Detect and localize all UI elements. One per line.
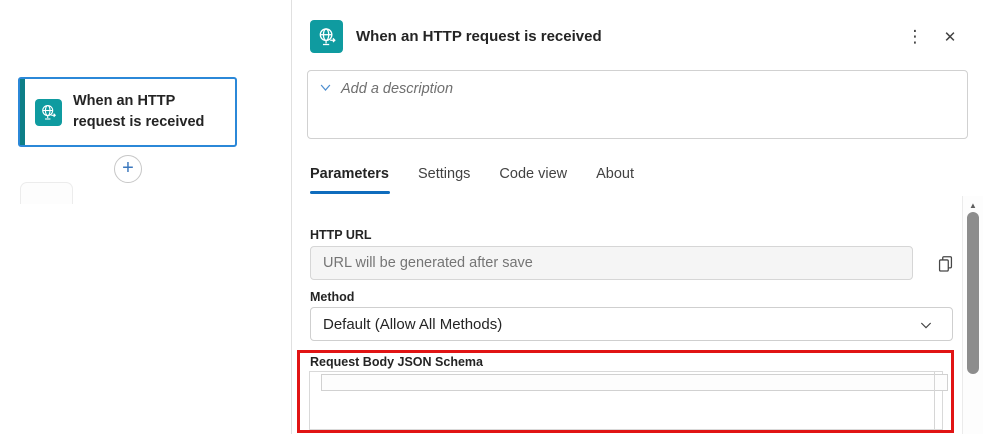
tab-settings[interactable]: Settings [418, 166, 470, 194]
vertical-ellipsis-icon: ⋮ [906, 27, 924, 46]
chevron-down-icon [918, 317, 934, 333]
more-options-button[interactable]: ⋮ [902, 24, 928, 50]
copy-url-button[interactable] [933, 251, 957, 275]
http-request-icon [310, 20, 343, 53]
trigger-settings-panel: When an HTTP request is received ⋮ ✕ Add… [292, 0, 983, 434]
add-action-button[interactable]: + [114, 155, 142, 183]
trigger-node-card[interactable]: When an HTTP request is received [18, 77, 237, 147]
chevron-down-icon[interactable] [318, 80, 333, 95]
method-dropdown[interactable]: Default (Allow All Methods) [310, 307, 953, 341]
connector-accent-bar [20, 79, 25, 145]
scrollbar-thumb[interactable] [967, 212, 979, 374]
panel-title: When an HTTP request is received [356, 28, 602, 45]
plus-icon: + [122, 157, 134, 179]
description-box[interactable]: Add a description [307, 70, 968, 139]
http-url-input [310, 246, 913, 280]
method-value: Default (Allow All Methods) [323, 315, 503, 333]
schema-label: Request Body JSON Schema [310, 355, 483, 369]
panel-tabs: Parameters Settings Code view About [310, 166, 634, 194]
trigger-node-title: When an HTTP request is received [73, 93, 205, 130]
tab-code-view[interactable]: Code view [499, 166, 567, 194]
editor-current-line [321, 374, 948, 391]
flow-canvas: When an HTTP request is received + [0, 0, 291, 434]
editor-scrollbar-divider [934, 372, 935, 429]
next-node-ghost-card [20, 182, 73, 204]
schema-editor[interactable] [309, 371, 948, 430]
tab-parameters[interactable]: Parameters [310, 166, 390, 194]
copy-icon [936, 254, 955, 273]
tab-about[interactable]: About [596, 166, 634, 194]
http-url-label: HTTP URL [310, 228, 372, 242]
scroll-up-arrow-icon[interactable]: ▲ [963, 198, 983, 212]
description-placeholder: Add a description [341, 81, 454, 97]
close-icon: ✕ [943, 29, 957, 46]
http-request-icon [35, 98, 62, 126]
close-panel-button[interactable]: ✕ [937, 24, 963, 50]
panel-scrollbar[interactable]: ▲ [962, 196, 983, 434]
method-label: Method [310, 290, 355, 304]
